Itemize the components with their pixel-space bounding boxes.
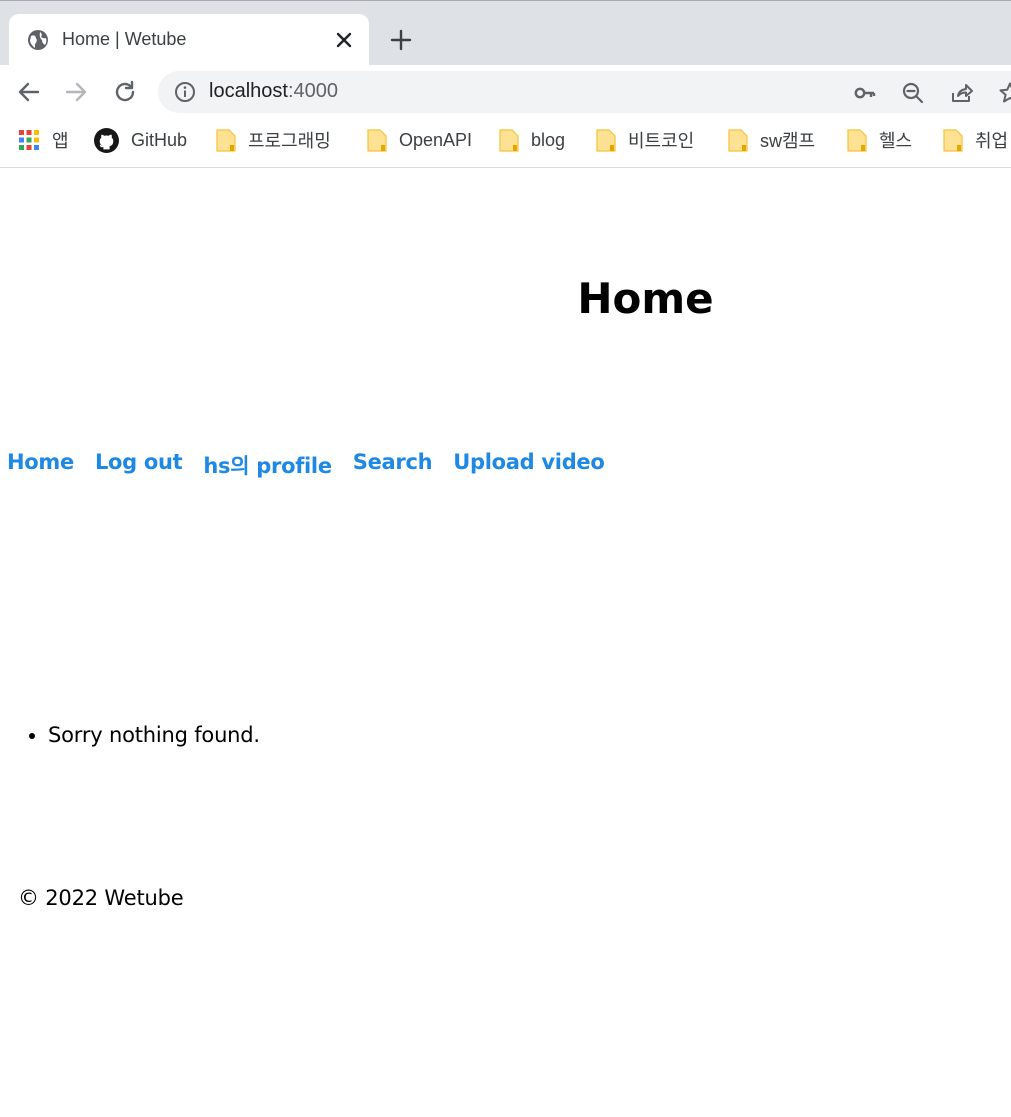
nav-item-search: Search xyxy=(353,450,433,480)
bookmark-folder-openapi[interactable]: OpenAPI xyxy=(367,127,472,153)
browser-tab[interactable]: Home | Wetube xyxy=(9,14,369,66)
apps-grid-icon xyxy=(19,130,39,150)
github-icon xyxy=(94,127,119,153)
url-port: :4000 xyxy=(287,80,338,102)
folder-icon xyxy=(847,129,867,152)
share-icon[interactable] xyxy=(950,81,974,105)
reload-icon[interactable] xyxy=(112,79,138,105)
tab-strip: Home | Wetube xyxy=(0,0,1011,66)
folder-icon xyxy=(728,129,748,152)
url-host: localhost xyxy=(209,80,288,102)
globe-icon xyxy=(28,30,48,50)
folder-icon xyxy=(596,129,616,152)
bookmark-label: 비트코인 xyxy=(628,131,695,151)
bookmark-label: 프로그래밍 xyxy=(248,131,331,151)
bookmark-apps[interactable]: 앱 xyxy=(18,127,69,153)
browser-toolbar: localhost:4000 xyxy=(0,65,1011,120)
nav-item-logout: Log out xyxy=(95,450,183,480)
bookmark-folder-swcamp[interactable]: sw캠프 xyxy=(728,127,815,153)
folder-icon xyxy=(943,129,963,152)
folder-icon xyxy=(367,129,387,152)
footer: © 2022 Wetube xyxy=(18,886,184,910)
nav-link-home[interactable]: Home xyxy=(7,450,74,474)
bookmark-label: blog xyxy=(531,129,566,150)
site-info-icon[interactable] xyxy=(174,81,196,103)
forward-arrow-icon[interactable] xyxy=(63,79,89,105)
nav-item-profile: hs의 profile xyxy=(203,450,332,480)
bookmark-folder-programming[interactable]: 프로그래밍 xyxy=(216,127,331,153)
main-nav: Home Log out hs의 profile Search Upload v… xyxy=(7,450,605,480)
empty-message: Sorry nothing found. xyxy=(48,723,260,747)
star-icon[interactable] xyxy=(998,81,1011,105)
folder-icon xyxy=(499,129,519,152)
tab-title: Home | Wetube xyxy=(62,29,187,49)
nav-link-profile[interactable]: hs의 profile xyxy=(203,454,332,478)
new-tab-icon[interactable] xyxy=(390,29,412,51)
bookmark-folder-health[interactable]: 헬스 xyxy=(847,127,912,153)
address-bar[interactable]: localhost:4000 xyxy=(158,71,1011,113)
bookmarks-bar: 앱 GitHub 프로그래밍 OpenAPI blog 비트코인 sw캠프 헬스… xyxy=(0,120,1011,168)
video-list: Sorry nothing found. xyxy=(0,723,260,747)
bookmark-folder-bitcoin[interactable]: 비트코인 xyxy=(596,127,694,153)
nav-link-search[interactable]: Search xyxy=(353,450,433,474)
bookmark-label: OpenAPI xyxy=(399,129,473,150)
bookmark-github[interactable]: GitHub xyxy=(94,127,187,153)
bookmark-folder-blog[interactable]: blog xyxy=(499,127,565,153)
bookmark-folder-jobs[interactable]: 취업 xyxy=(943,127,1008,153)
bookmark-label: 헬스 xyxy=(879,131,913,151)
folder-icon xyxy=(216,129,236,152)
bookmark-label: GitHub xyxy=(131,129,188,150)
bookmark-label: sw캠프 xyxy=(760,131,816,151)
nav-link-upload-video[interactable]: Upload video xyxy=(453,450,605,474)
nav-item-home: Home xyxy=(7,450,74,480)
nav-link-logout[interactable]: Log out xyxy=(95,450,183,474)
back-arrow-icon[interactable] xyxy=(16,79,42,105)
close-icon[interactable] xyxy=(334,30,354,50)
page-content: Home Home Log out hs의 profile Search Upl… xyxy=(0,168,1011,1117)
nav-item-upload: Upload video xyxy=(453,450,605,480)
url-text: localhost:4000 xyxy=(209,80,338,103)
page-title: Home xyxy=(577,274,714,323)
zoom-out-icon[interactable] xyxy=(901,81,925,105)
bookmark-label: 취업 xyxy=(975,131,1009,151)
bookmark-label: 앱 xyxy=(52,131,69,151)
key-icon[interactable] xyxy=(853,81,877,105)
